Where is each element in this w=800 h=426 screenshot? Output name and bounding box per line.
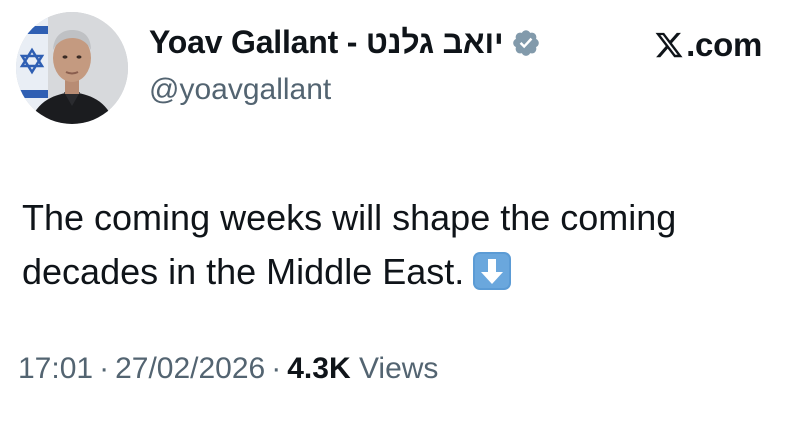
meta-separator: · (271, 352, 282, 385)
verified-badge-icon[interactable] (511, 28, 541, 58)
author-display-name[interactable]: Yoav Gallant - יואב גלנט (149, 24, 504, 61)
tweet-card: Yoav Gallant - יואב גלנט @yoavgallant .c… (0, 0, 800, 426)
x-logo-icon (655, 32, 683, 58)
brand-domain-text: .com (686, 26, 762, 63)
views-label: Views (358, 352, 439, 385)
author-handle[interactable]: @yoavgallant (149, 73, 331, 107)
tweet-date[interactable]: 27/02/2026 (115, 352, 265, 385)
tweet-body: The coming weeks will shape the coming d… (22, 197, 677, 292)
author-name-row: Yoav Gallant - יואב גלנט (149, 24, 541, 61)
arrow-down-icon (473, 252, 512, 290)
tweet-text: The coming weeks will shape the coming d… (22, 191, 792, 299)
views-count[interactable]: 4.3K (287, 352, 350, 385)
profile-photo-icon (16, 12, 128, 124)
meta-separator: · (99, 352, 110, 385)
avatar[interactable] (16, 12, 128, 124)
tweet-meta: 17:01 · 27/02/2026 · 4.3K Views (18, 352, 438, 386)
x-brand: .com (654, 26, 762, 64)
tweet-time[interactable]: 17:01 (18, 352, 93, 385)
